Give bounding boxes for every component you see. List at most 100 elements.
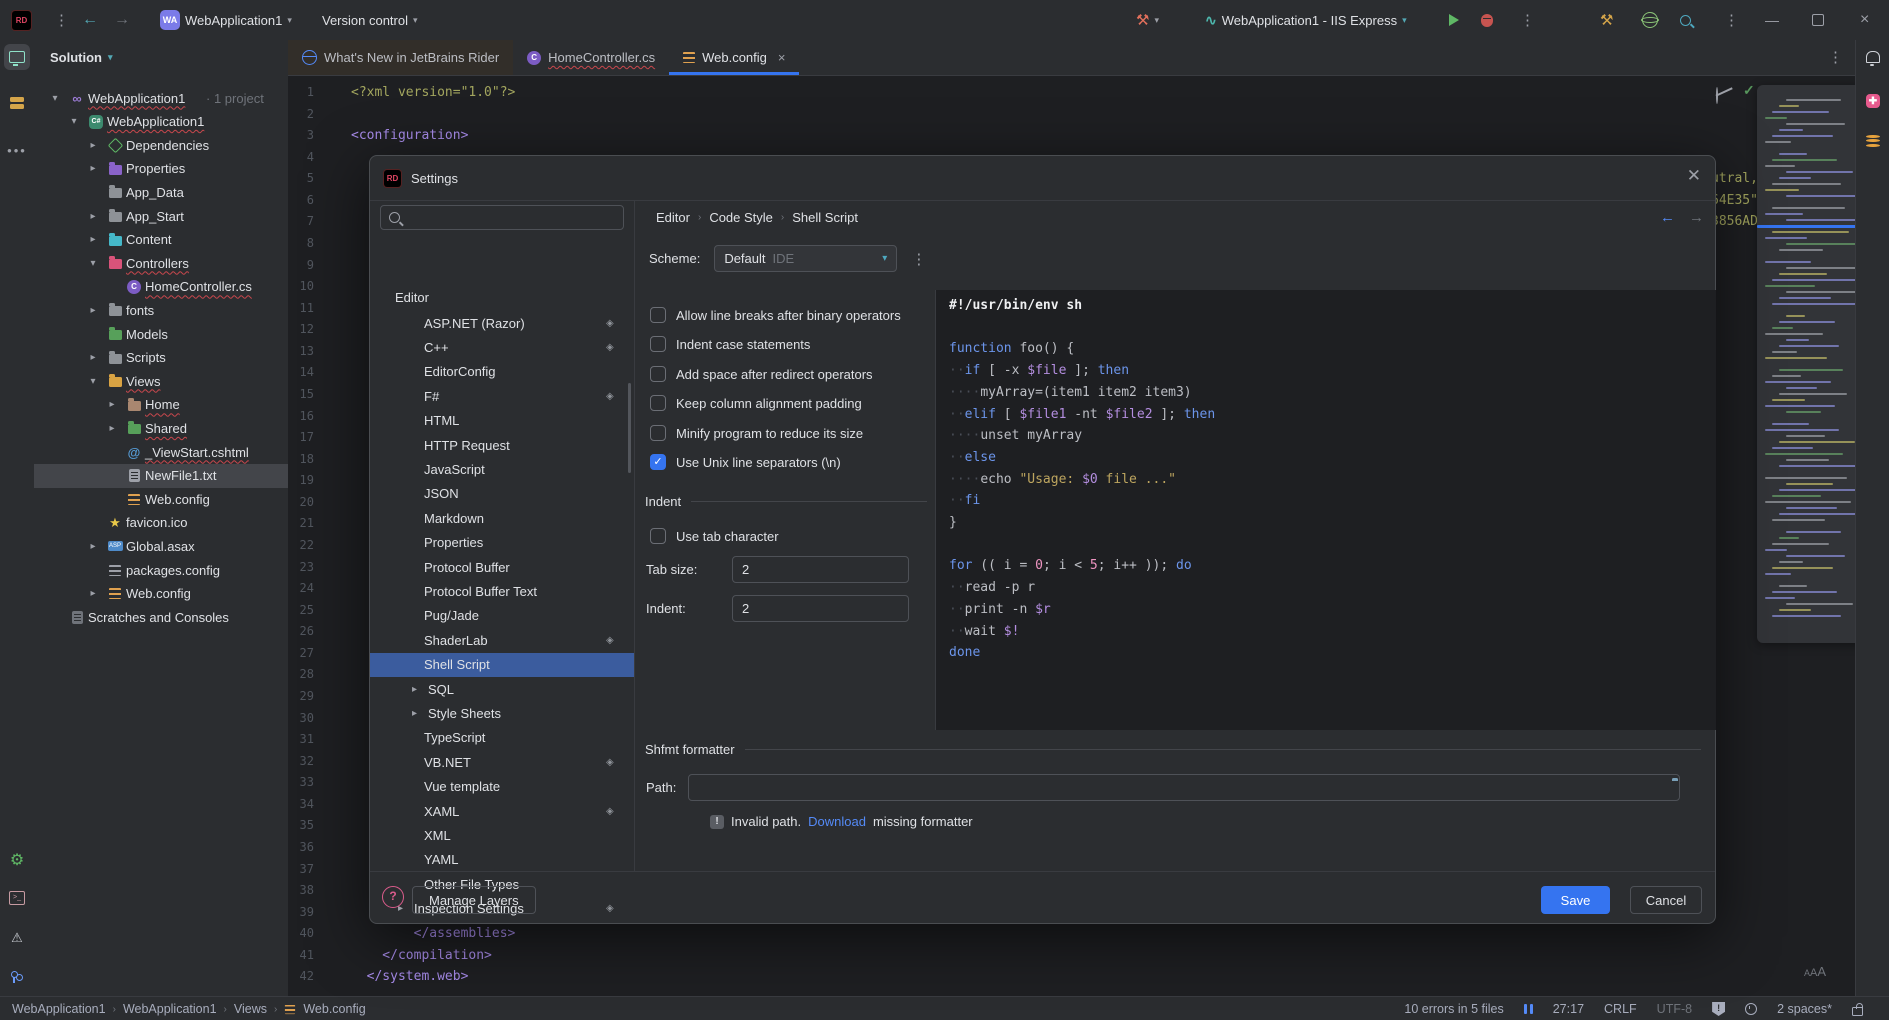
solution-tree-item-global-asax[interactable]: ▸ASPGlobal.asax	[34, 534, 288, 558]
settings-tree-item-shell-script[interactable]: Shell Script	[370, 653, 634, 677]
breadcrumb-item[interactable]: Shell Script	[792, 210, 858, 225]
vcs-widget[interactable]: Version control ▾	[322, 0, 418, 40]
run-button[interactable]	[1449, 0, 1459, 40]
solution-tree-item-fonts[interactable]: ▸fonts	[34, 298, 288, 322]
settings-tree-item-style-sheets[interactable]: ▸Style Sheets	[370, 701, 634, 725]
solution-tree-item--viewstart-cshtml[interactable]: @_ViewStart.cshtml	[34, 440, 288, 464]
tree-chevron-icon[interactable]: ▾	[88, 376, 98, 387]
settings-tree-item-html[interactable]: HTML	[370, 409, 634, 433]
solution-tree-item-favicon-ico[interactable]: ★favicon.ico	[34, 511, 288, 535]
breadcrumb-item[interactable]: Editor	[656, 210, 690, 225]
solution-tree-item-webapplication1[interactable]: ▾C#WebApplication1	[34, 110, 288, 134]
solution-tree-item-app-start[interactable]: ▸App_Start	[34, 204, 288, 228]
manage-layers-button[interactable]: Manage Layers	[412, 886, 536, 914]
solution-tree-item-newfile1-txt[interactable]: NewFile1.txt	[34, 464, 288, 488]
app-logo-icon[interactable]: RD	[12, 0, 31, 40]
tab-what-s-new-in-jetbrains-rider[interactable]: What's New in JetBrains Rider	[288, 40, 513, 75]
solution-tree-item-shared[interactable]: ▸Shared	[34, 416, 288, 440]
tree-chevron-icon[interactable]: ▾	[88, 258, 98, 269]
settings-tree-item-editorconfig[interactable]: EditorConfig	[370, 360, 634, 384]
dialog-close-icon[interactable]: ✕	[1687, 166, 1701, 186]
settings-tree-item-shaderlab[interactable]: ShaderLab◈	[370, 628, 634, 652]
tree-chevron-icon[interactable]: ▸	[88, 211, 98, 222]
tab-close-icon[interactable]: ×	[778, 50, 786, 65]
status-breadcrumb-item[interactable]: WebApplication1	[12, 1002, 106, 1016]
use-tab-checkbox[interactable]: Use tab character	[650, 524, 779, 548]
status-breadcrumb-file[interactable]: Web.config	[303, 1002, 365, 1016]
pause-icon[interactable]	[1524, 1004, 1533, 1014]
indent-input[interactable]: 2	[732, 595, 909, 622]
settings-tree-item-vb-net[interactable]: VB.NET◈	[370, 750, 634, 774]
build-hammer-icon[interactable]: ⚒▾	[1136, 0, 1159, 40]
solution-tree-item-models[interactable]: Models	[34, 322, 288, 346]
solution-tree-item-app-data[interactable]: App_Data	[34, 180, 288, 204]
solution-tree-item-content[interactable]: ▸Content	[34, 228, 288, 252]
settings-tree-item-vue-template[interactable]: Vue template	[370, 775, 634, 799]
settings-tree-item-yaml[interactable]: YAML	[370, 848, 634, 872]
solution-tree-item-webapplication1[interactable]: ▾∞WebApplication1· 1 project	[34, 86, 288, 110]
run-config-widget[interactable]: ∿ WebApplication1 - IIS Express ▾	[1205, 0, 1407, 40]
project-widget[interactable]: WA WebApplication1 ▾	[160, 0, 292, 40]
debug-button[interactable]	[1481, 0, 1493, 40]
tree-chevron-icon[interactable]: ▸	[88, 140, 98, 151]
settings-tree-item-markdown[interactable]: Markdown	[370, 506, 634, 530]
checkbox-keep-column-alignment-padding[interactable]: Keep column alignment padding	[650, 391, 862, 415]
line-ending[interactable]: CRLF	[1604, 1002, 1637, 1016]
tab-homecontroller-cs[interactable]: CHomeController.cs	[513, 40, 669, 75]
tree-chevron-icon[interactable]: ▸	[412, 684, 417, 695]
breadcrumb-item[interactable]: Code Style	[709, 210, 773, 225]
settings-tree-item-sql[interactable]: ▸SQL	[370, 677, 634, 701]
settings-tree-item-c-[interactable]: C++◈	[370, 335, 634, 359]
solution-tool-window-icon[interactable]	[4, 44, 30, 70]
tree-chevron-icon[interactable]: ▸	[88, 305, 98, 316]
scheme-actions-icon[interactable]: ⋮	[911, 250, 926, 268]
checkbox-indent-case-statements[interactable]: Indent case statements	[650, 332, 810, 356]
settings-tree-item-javascript[interactable]: JavaScript	[370, 457, 634, 481]
solution-tree-item-web-config[interactable]: ▸Web.config	[34, 582, 288, 606]
unlock-icon[interactable]	[1852, 1007, 1863, 1016]
nuget-tool-window-icon[interactable]: ✚	[1860, 88, 1886, 114]
settings-tree-item-f-[interactable]: F#◈	[370, 384, 634, 408]
tree-chevron-icon[interactable]: ▸	[88, 163, 98, 174]
solution-tree-item-scripts[interactable]: ▸Scripts	[34, 346, 288, 370]
solution-tree-item-packages-config[interactable]: packages.config	[34, 558, 288, 582]
error-count[interactable]: 10 errors in 5 files	[1404, 1002, 1503, 1016]
settings-tree-item-json[interactable]: JSON	[370, 482, 634, 506]
caret-position[interactable]: 27:17	[1553, 1002, 1584, 1016]
alarm-icon[interactable]	[1745, 1003, 1757, 1015]
settings-tree-item-pug-jade[interactable]: Pug/Jade	[370, 604, 634, 628]
tree-chevron-icon[interactable]: ▸	[88, 541, 98, 552]
problems-icon[interactable]: ⚠	[4, 925, 30, 951]
settings-tree-item-asp-net-razor-[interactable]: ASP.NET (Razor)◈	[370, 311, 634, 335]
checkbox-allow-line-breaks-after-binary-operators[interactable]: Allow line breaks after binary operators	[650, 303, 901, 327]
checkbox-use-unix-line-separators-n-[interactable]: ✓Use Unix line separators (\n)	[650, 450, 841, 474]
commit-tool-window-icon[interactable]	[4, 90, 30, 116]
settings-tree-item-typescript[interactable]: TypeScript	[370, 726, 634, 750]
solution-tree-item-web-config[interactable]: Web.config	[34, 487, 288, 511]
solution-tree-item-properties[interactable]: ▸Properties	[34, 157, 288, 181]
terminal-icon[interactable]: >_	[4, 885, 30, 911]
main-menu-icon[interactable]: ⋮	[54, 0, 69, 40]
tree-chevron-icon[interactable]: ▸	[88, 588, 98, 599]
tree-chevron-icon[interactable]: ▸	[88, 352, 98, 363]
shfmt-path-input[interactable]	[688, 774, 1680, 801]
minimize-button[interactable]: —	[1765, 0, 1779, 40]
status-breadcrumb-item[interactable]: WebApplication1	[123, 1002, 217, 1016]
settings-tree-root[interactable]: Editor	[395, 285, 429, 309]
settings-tree-item-xaml[interactable]: XAML◈	[370, 799, 634, 823]
solution-tree-item-views[interactable]: ▾Views	[34, 369, 288, 393]
checkbox-minify-program-to-reduce-its-size[interactable]: Minify program to reduce its size	[650, 421, 863, 445]
build-tools-icon[interactable]: ⚒	[1600, 0, 1613, 40]
resharper-icon[interactable]	[1642, 0, 1658, 40]
solution-tree-item-scratches-and-consoles[interactable]: Scratches and Consoles	[34, 605, 288, 629]
tree-chevron-icon[interactable]: ▾	[69, 116, 79, 127]
settings-gear-icon[interactable]: ⚙	[4, 847, 30, 873]
checkbox-add-space-after-redirect-operators[interactable]: Add space after redirect operators	[650, 362, 873, 386]
solution-panel-header[interactable]: Solution ▾	[50, 40, 113, 75]
settings-back-icon[interactable]: ←	[1660, 209, 1675, 226]
tree-chevron-icon[interactable]: ▸	[107, 399, 117, 410]
scheme-select[interactable]: Default IDE ▾	[714, 245, 897, 272]
back-icon[interactable]: ←	[82, 0, 98, 40]
inspections-ok-icon[interactable]: ✓	[1743, 82, 1755, 99]
database-tool-window-icon[interactable]	[1860, 128, 1886, 154]
